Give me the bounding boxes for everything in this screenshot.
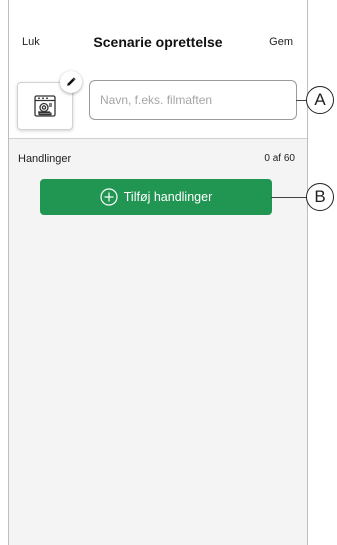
dishwasher-icon	[34, 95, 56, 117]
page-title: Scenarie oprettelse	[93, 34, 223, 50]
edit-icon-button[interactable]	[60, 71, 82, 93]
actions-count: 0 af 60	[264, 153, 295, 164]
add-actions-label: Tilføj handlinger	[123, 190, 213, 204]
add-actions-button[interactable]: Tilføj handlinger	[40, 179, 272, 215]
actions-section-label: Handlinger	[18, 153, 72, 165]
callout-b: B	[306, 183, 334, 211]
phone-screen: Luk Scenarie oprettelse Gem Hand	[8, 0, 308, 545]
plus-circle-icon	[100, 188, 118, 206]
callout-b-line	[271, 197, 307, 198]
header: Luk Scenarie oprettelse Gem	[9, 0, 307, 139]
pencil-icon	[67, 77, 76, 86]
save-button[interactable]: Gem	[269, 36, 293, 48]
callout-a: A	[306, 86, 334, 114]
scene-name-input[interactable]	[89, 80, 297, 120]
